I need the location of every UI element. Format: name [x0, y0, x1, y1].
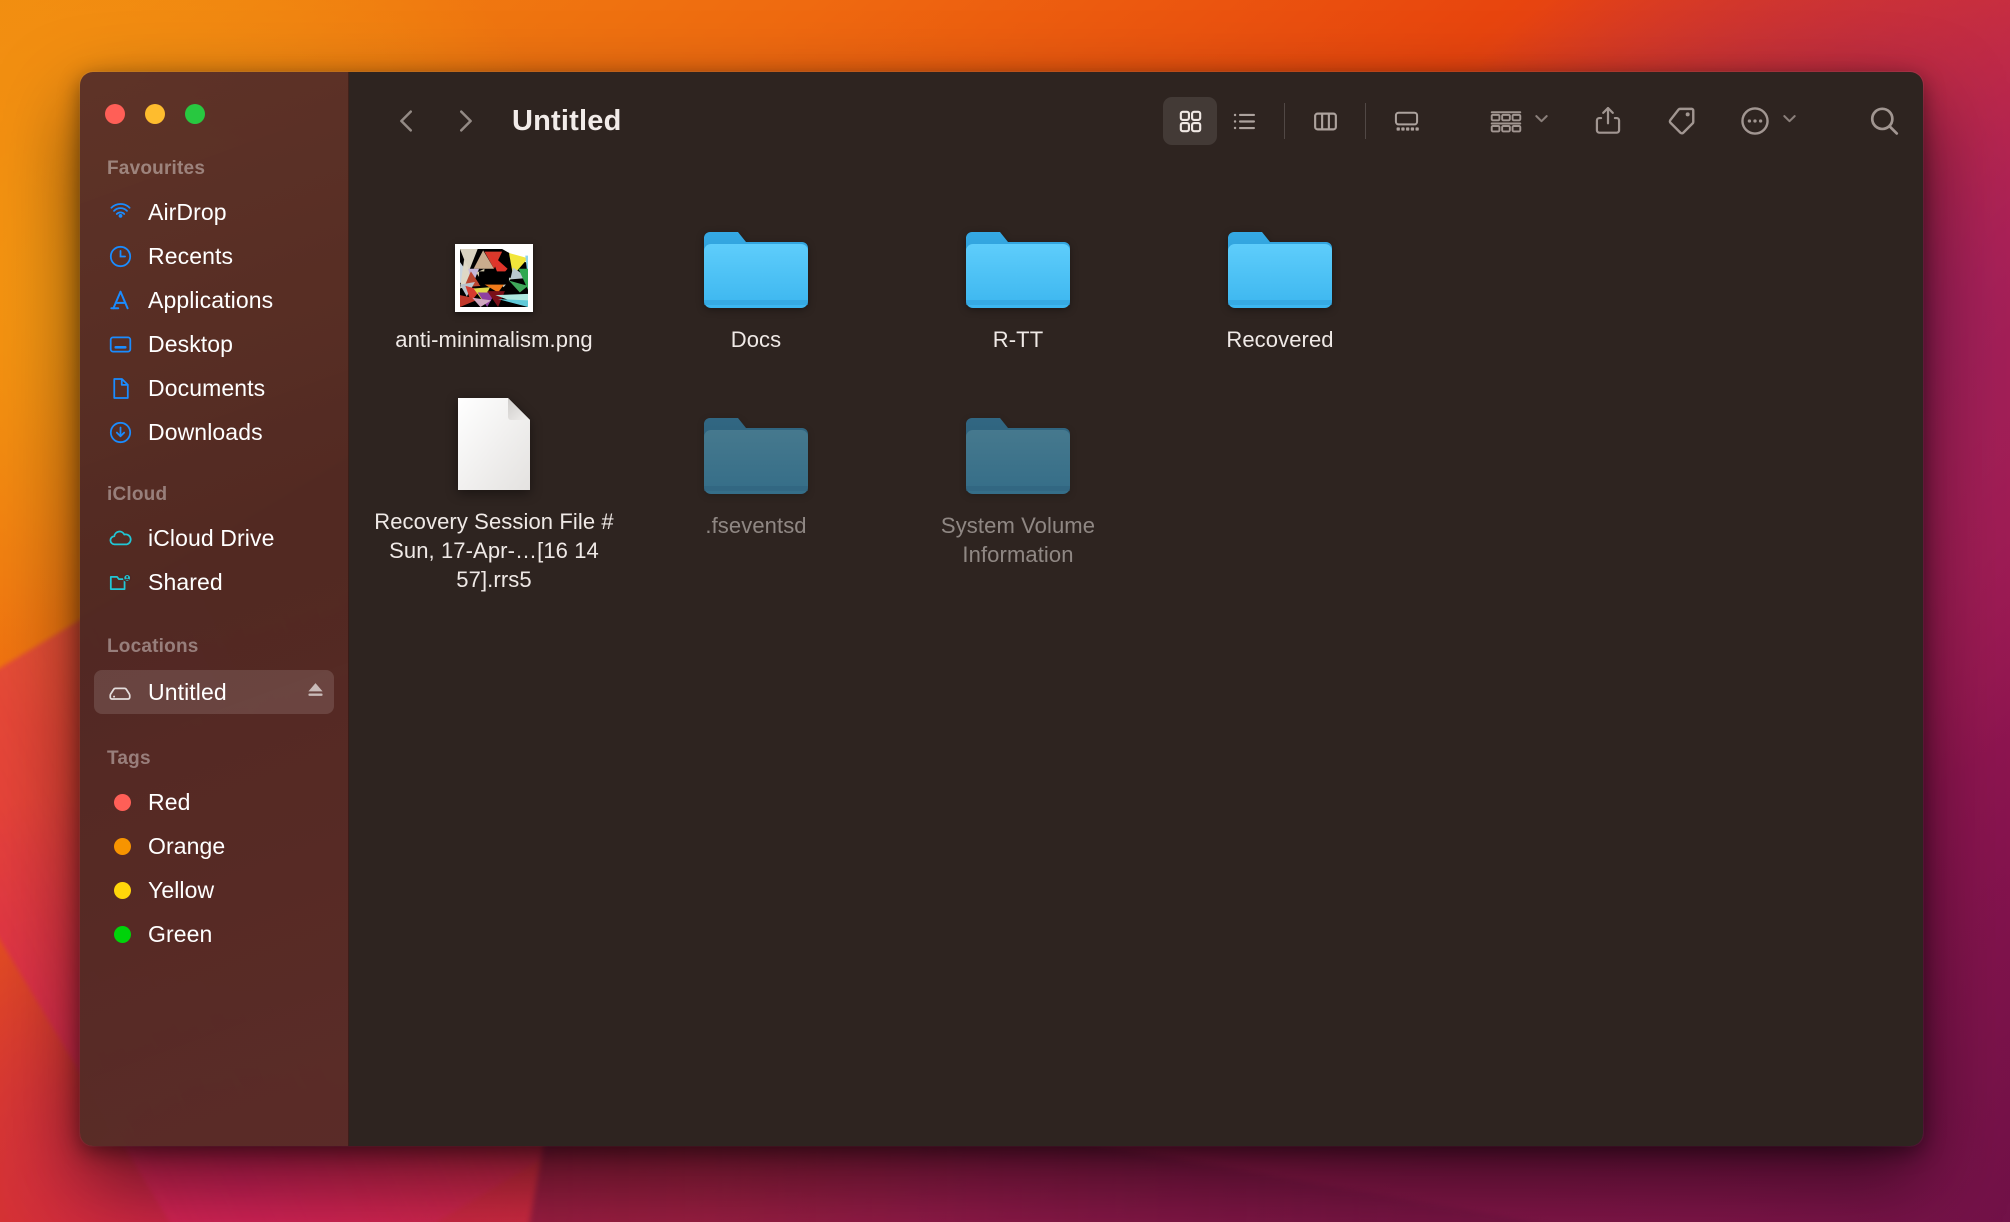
file-icon	[455, 208, 533, 312]
sidebar-item-label: Green	[148, 920, 213, 947]
airdrop-icon	[107, 199, 133, 225]
column-view-button[interactable]	[1298, 97, 1352, 145]
toolbar-divider	[1365, 103, 1366, 139]
gallery-view-button[interactable]	[1379, 97, 1433, 145]
sidebar-item-downloads[interactable]: Downloads	[94, 410, 334, 454]
view-mode-segmented-control	[1163, 97, 1433, 145]
sidebar-item-untitled-drive[interactable]: Untitled	[94, 670, 334, 714]
sidebar-item-label: Recents	[148, 242, 234, 269]
main-pane: Untitled anti-minimalism.png Docs R-TT R…	[349, 72, 1923, 1146]
sidebar-section-icloud-title: iCloud	[107, 484, 168, 505]
tag-dot-icon	[107, 833, 133, 859]
sidebar-item-label: Desktop	[148, 330, 234, 357]
applications-icon	[107, 287, 133, 313]
finder-window: Favourites AirDrop Recents Applications …	[80, 72, 1923, 1146]
group-by-button[interactable]	[1489, 97, 1551, 145]
sidebar-item-label: iCloud Drive	[148, 524, 275, 551]
sidebar-item-desktop[interactable]: Desktop	[94, 322, 334, 366]
sidebar-section-favourites-title: Favourites	[107, 158, 206, 179]
image-thumbnail	[455, 244, 533, 312]
file-icon	[964, 394, 1072, 498]
sidebar-item-label: Yellow	[148, 876, 215, 903]
sidebar-item-airdrop[interactable]: AirDrop	[94, 190, 334, 234]
icon-view-button[interactable]	[1163, 97, 1217, 145]
sidebar-item-shared[interactable]: Shared	[94, 560, 334, 604]
sidebar-tag-yellow[interactable]: Yellow	[94, 868, 334, 912]
share-button[interactable]	[1593, 97, 1623, 145]
folder-icon	[966, 232, 1070, 308]
cloud-icon	[107, 525, 133, 551]
sidebar-item-label: Documents	[148, 374, 266, 401]
file-grid: anti-minimalism.png Docs R-TT Recovered …	[349, 170, 1923, 1146]
back-button[interactable]	[385, 99, 429, 143]
folder-icon	[704, 232, 808, 308]
download-icon	[107, 419, 133, 445]
close-button[interactable]	[105, 104, 125, 124]
sidebar-tag-orange[interactable]: Orange	[94, 824, 334, 868]
file-name: Recovery Session File # Sun, 17-Apr-…[16…	[374, 509, 614, 593]
file-icon	[454, 394, 534, 494]
file-name: anti-minimalism.png	[395, 327, 593, 352]
breadcrumb[interactable]: Untitled	[512, 105, 622, 138]
file-name: R-TT	[992, 327, 1044, 352]
sidebar-item-label: Downloads	[148, 418, 263, 445]
file-item[interactable]: R-TT	[887, 204, 1149, 390]
sidebar-item-recents[interactable]: Recents	[94, 234, 334, 278]
file-icon	[1226, 208, 1334, 312]
sidebar-tag-green[interactable]: Green	[94, 912, 334, 956]
sidebar-section-locations-title: Locations	[107, 636, 199, 657]
sidebar-item-label: Shared	[148, 568, 223, 595]
file-icon	[702, 394, 810, 498]
folder-icon	[966, 418, 1070, 494]
window-controls	[80, 72, 348, 124]
file-item[interactable]: Recovered	[1149, 204, 1411, 390]
more-button[interactable]	[1739, 97, 1799, 145]
folder-icon	[1228, 232, 1332, 308]
sidebar-item-label: AirDrop	[148, 198, 227, 225]
external-drive-icon	[107, 679, 133, 705]
clock-icon	[107, 243, 133, 269]
desktop-wallpaper: Favourites AirDrop Recents Applications …	[0, 0, 2010, 1222]
chevron-down-icon	[1532, 109, 1551, 133]
sidebar-item-label: Orange	[148, 832, 226, 859]
minimize-button[interactable]	[145, 104, 165, 124]
file-name: System Volume Information	[940, 513, 1096, 568]
eject-icon[interactable]	[304, 678, 327, 707]
tag-dot-icon	[107, 877, 133, 903]
zoom-button[interactable]	[185, 104, 205, 124]
shared-folder-icon	[107, 569, 133, 595]
file-icon	[702, 208, 810, 312]
document-file-icon	[458, 398, 530, 490]
file-item[interactable]: anti-minimalism.png	[363, 204, 625, 390]
file-name: Docs	[730, 327, 782, 352]
desktop-icon	[107, 331, 133, 357]
chevron-down-icon	[1780, 109, 1799, 133]
sidebar-item-applications[interactable]: Applications	[94, 278, 334, 322]
file-icon	[964, 208, 1072, 312]
folder-icon	[704, 418, 808, 494]
sidebar-item-label: Applications	[148, 286, 274, 313]
sidebar-tag-red[interactable]: Red	[94, 780, 334, 824]
file-item[interactable]: Recovery Session File # Sun, 17-Apr-…[16…	[363, 390, 625, 592]
sidebar-item-documents[interactable]: Documents	[94, 366, 334, 410]
tag-button[interactable]	[1665, 97, 1697, 145]
tag-dot-icon	[107, 789, 133, 815]
toolbar-divider	[1284, 103, 1285, 139]
document-icon	[107, 375, 133, 401]
file-name: Recovered	[1226, 327, 1334, 352]
sidebar-item-label: Untitled	[148, 678, 227, 705]
file-item[interactable]: Docs	[625, 204, 887, 390]
file-item[interactable]: .fseventsd	[625, 390, 887, 576]
sidebar-item-icloud-drive[interactable]: iCloud Drive	[94, 516, 334, 560]
search-button[interactable]	[1867, 97, 1901, 145]
forward-button[interactable]	[443, 99, 487, 143]
tag-dot-icon	[107, 921, 133, 947]
file-name: .fseventsd	[705, 513, 807, 538]
list-view-button[interactable]	[1217, 97, 1271, 145]
sidebar: Favourites AirDrop Recents Applications …	[80, 72, 349, 1146]
sidebar-section-tags-title: Tags	[107, 748, 151, 769]
toolbar: Untitled	[349, 72, 1923, 170]
file-item[interactable]: System Volume Information	[887, 390, 1149, 576]
sidebar-item-label: Red	[148, 788, 191, 815]
